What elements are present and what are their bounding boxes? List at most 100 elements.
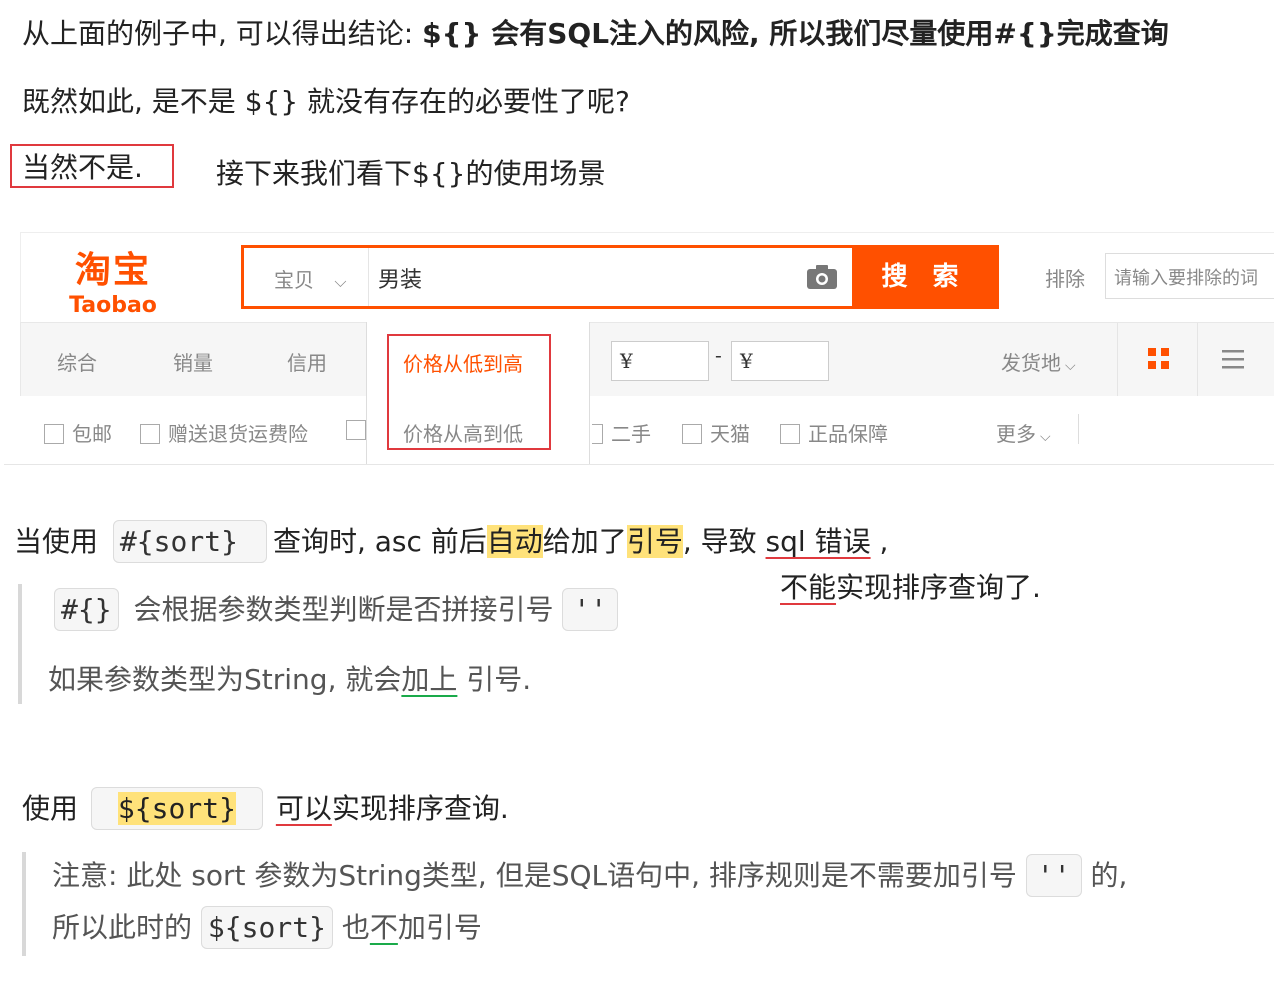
- highlight-auto: 自动: [486, 525, 543, 558]
- section1-line: 当使用 #{sort} 查询时, asc 前后自动给加了引号, 导致 sql 错误…: [14, 520, 888, 564]
- checkbox-icon: [44, 424, 64, 444]
- exclude-placeholder: 请输入要排除的词: [1114, 268, 1258, 289]
- price-sort-dropdown: 价格从低到高 价格从高到低: [366, 322, 590, 464]
- chevron-down-icon: ⌵: [1065, 358, 1076, 374]
- section2-prefix: 使用: [22, 792, 79, 825]
- checkbox-icon[interactable]: [346, 420, 366, 440]
- answer-boxed: 当然不是.: [10, 144, 174, 188]
- quote2-line: 如果参数类型为String, 就会加上 引号.: [48, 658, 531, 698]
- checkbox-icon: [682, 424, 702, 444]
- chevron-down-icon: ⌵: [1040, 429, 1051, 445]
- search-category[interactable]: 宝贝 ⌵: [274, 264, 347, 293]
- camera-icon[interactable]: [806, 264, 838, 294]
- search-category-label: 宝贝: [274, 268, 314, 292]
- price-sort-asc[interactable]: 价格从低到高: [403, 348, 523, 377]
- checkbox-label: 赠送退货运费险: [168, 422, 308, 446]
- taobao-logo: 淘宝 Taobao: [63, 241, 163, 318]
- quote2-text: 如果参数类型为String, 就会: [48, 663, 402, 696]
- checkbox-genuine[interactable]: 正品保障: [780, 418, 888, 447]
- chevron-down-icon: ⌵: [334, 272, 347, 291]
- section1-line2: 不能实现排序查询了.: [780, 566, 1041, 606]
- grid-view-icon[interactable]: [1147, 347, 1171, 371]
- code-dollar-sort-inline: ${sort}: [200, 906, 333, 949]
- price-min-symbol: ¥: [620, 349, 633, 373]
- conclusion-line: 从上面的例子中, 可以得出结论: ${} 会有SQL注入的风险, 所以我们尽量使…: [22, 12, 1169, 52]
- section1-line2-rest: 实现排序查询了.: [836, 571, 1041, 604]
- checkbox-icon: [140, 424, 160, 444]
- conclusion-bold: ${} 会有SQL注入的风险, 所以我们尽量使用#{}完成查询: [422, 17, 1169, 50]
- price-max-input[interactable]: ¥: [731, 341, 829, 381]
- checkbox-label: 二手: [611, 422, 651, 446]
- divider: [1197, 323, 1198, 397]
- quote1-text: 会根据参数类型判断是否拼接引号: [133, 593, 554, 626]
- sql-error-text: sql 错误: [765, 525, 871, 558]
- section1-prefix: 当使用: [14, 525, 99, 558]
- section1-text2: 给加了: [542, 525, 627, 558]
- divider: [1078, 414, 1079, 444]
- sort-tab-credit[interactable]: 信用: [287, 347, 327, 376]
- ship-from-dropdown[interactable]: 发货地 ⌵: [1001, 347, 1076, 376]
- section1-text3: , 导致: [682, 525, 766, 558]
- note1-line: 注意: 此处 sort 参数为String类型, 但是SQL语句中, 排序规则是…: [52, 854, 1127, 898]
- add-text: 加上: [401, 663, 458, 696]
- note1-end: 的,: [1081, 859, 1128, 892]
- search-input[interactable]: 男装: [378, 262, 422, 294]
- code-dollar-sort-text: ${sort}: [117, 792, 236, 825]
- checkbox-label: 包邮: [72, 422, 112, 446]
- divider: [1117, 323, 1118, 397]
- checkbox-second-hand[interactable]: 二手: [592, 418, 651, 447]
- divider: [368, 248, 369, 306]
- section2-line: 使用 ${sort} 可以实现排序查询.: [22, 786, 509, 832]
- quote1-line: #{} 会根据参数类型判断是否拼接引号 '': [54, 588, 619, 632]
- can-text: 可以: [275, 792, 332, 825]
- note1-text: 注意: 此处 sort 参数为String类型, 但是SQL语句中, 排序规则是…: [52, 859, 1017, 892]
- note2-text3: 加引号: [397, 911, 482, 944]
- filter-bar: 包邮 赠送退货运费险 二手 天猫 正品保障 更多 ⌵: [20, 396, 1274, 462]
- sort-tab-sales[interactable]: 销量: [173, 347, 213, 376]
- more-dropdown[interactable]: 更多 ⌵: [996, 418, 1051, 447]
- price-separator: -: [715, 343, 722, 367]
- code-hash-braces: #{}: [54, 588, 119, 631]
- exclude-input[interactable]: 请输入要排除的词: [1105, 253, 1274, 299]
- list-view-icon[interactable]: [1221, 347, 1245, 371]
- search-button[interactable]: 搜 索: [852, 248, 996, 306]
- quote2-text2: 引号.: [457, 663, 532, 696]
- checkbox-return-insurance[interactable]: 赠送退货运费险: [140, 418, 308, 447]
- section2-rest: 实现排序查询.: [331, 792, 509, 825]
- checkbox-label: 正品保障: [808, 422, 888, 446]
- code-hash-sort: #{sort}: [112, 520, 267, 563]
- price-sort-desc[interactable]: 价格从高到低: [403, 418, 523, 447]
- checkbox-icon: [592, 424, 603, 444]
- checkbox-tmall[interactable]: 天猫: [682, 418, 750, 447]
- section1-text4: ,: [870, 525, 889, 558]
- price-max-symbol: ¥: [740, 349, 753, 373]
- taobao-header: 淘宝 Taobao 宝贝 ⌵ 男装 搜 索 排除 请输入要排除的词: [20, 232, 1274, 324]
- note2-text: 所以此时的: [52, 911, 193, 944]
- checkbox-label: 天猫: [710, 422, 750, 446]
- highlight-quotes: 引号: [626, 525, 683, 558]
- search-bar: 宝贝 ⌵ 男装 搜 索: [241, 245, 999, 309]
- code-quotes: '': [562, 588, 619, 631]
- cannot-text: 不能: [780, 571, 837, 604]
- code-dollar-sort: ${sort}: [90, 787, 263, 830]
- code-quotes: '': [1025, 854, 1082, 897]
- more-label: 更多: [996, 422, 1036, 446]
- not-text: 不: [369, 911, 398, 944]
- question-line: 既然如此, 是不是 ${} 就没有存在的必要性了呢?: [22, 85, 630, 118]
- sort-bar: 综合 销量 信用 ¥ - ¥ 发货地 ⌵: [20, 322, 1274, 398]
- section1-text: 查询时, asc 前后: [272, 525, 487, 558]
- sort-tab-comprehensive[interactable]: 综合: [57, 347, 97, 376]
- blockquote-bar: [18, 584, 22, 704]
- conclusion-text: 从上面的例子中, 可以得出结论:: [22, 17, 423, 50]
- blockquote-bar: [22, 852, 26, 956]
- taobao-logo-cn: 淘宝: [74, 250, 151, 291]
- checkbox-icon: [780, 424, 800, 444]
- exclude-label: 排除: [1045, 267, 1085, 291]
- taobao-screenshot: 淘宝 Taobao 宝贝 ⌵ 男装 搜 索 排除 请输入要排除的词 综合 销量 …: [4, 228, 1274, 465]
- price-min-input[interactable]: ¥: [611, 341, 709, 381]
- note2-text2: 也: [341, 911, 370, 944]
- scenario-line: 接下来我们看下${}的使用场景: [216, 157, 606, 190]
- checkbox-free-shipping[interactable]: 包邮: [44, 418, 112, 447]
- note2-line: 所以此时的 ${sort} 也不加引号: [52, 906, 482, 950]
- ship-from-label: 发货地: [1001, 351, 1061, 375]
